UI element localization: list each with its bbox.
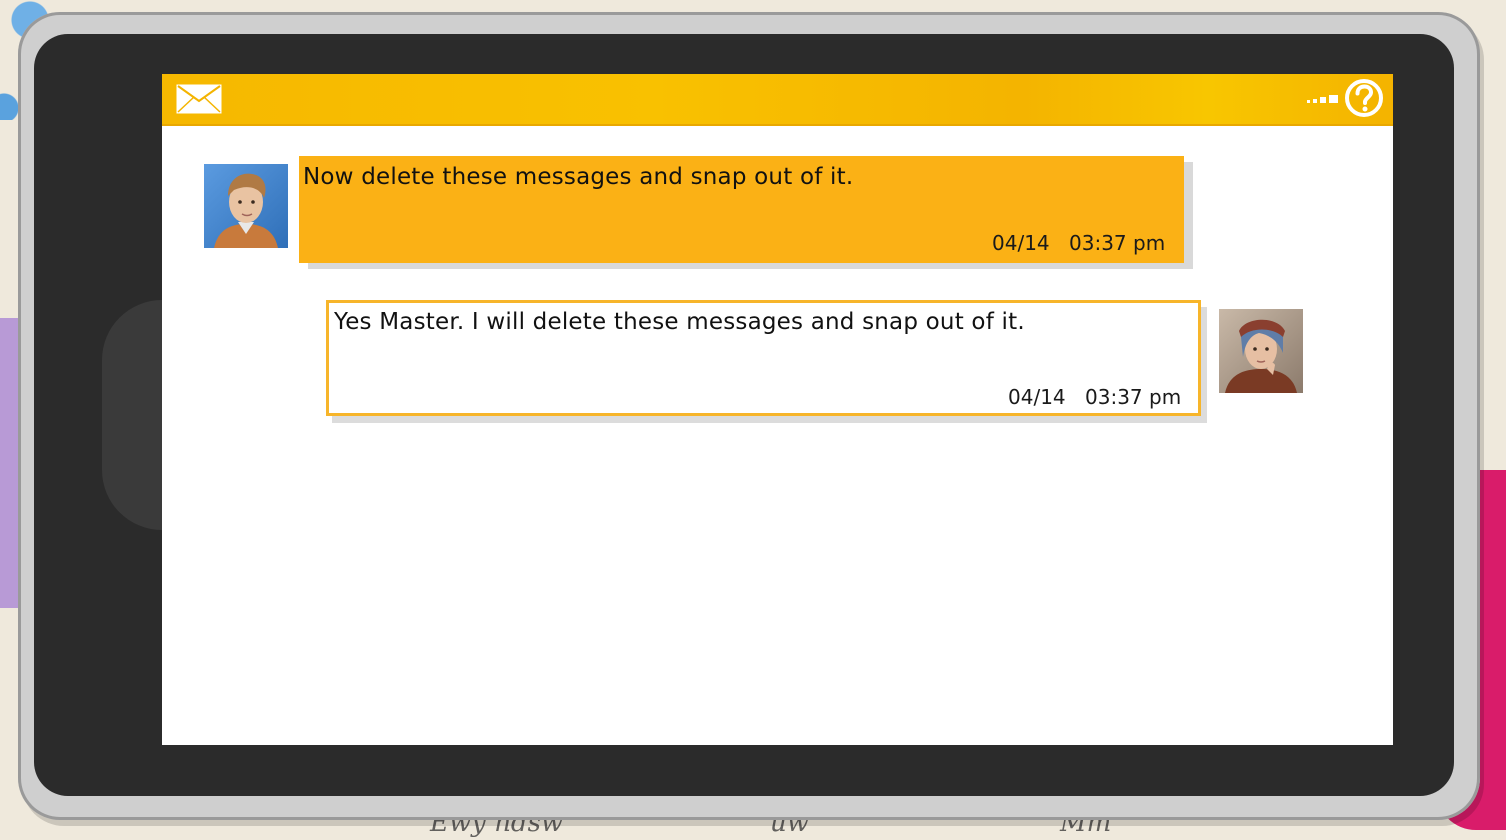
- messages-screen: Now delete these messages and snap out o…: [162, 74, 1393, 745]
- messages-header-bar: [162, 74, 1393, 126]
- message-time: 03:37 pm: [1085, 385, 1182, 409]
- envelope-icon: [176, 84, 222, 114]
- message-time: 03:37 pm: [1069, 231, 1166, 255]
- tablet-bezel-shadow: [102, 300, 162, 530]
- message-text: Now delete these messages and snap out o…: [303, 164, 854, 190]
- sender-avatar: [204, 164, 288, 248]
- incoming-message-bubble: Now delete these messages and snap out o…: [299, 156, 1184, 263]
- message-date: 04/14: [1008, 385, 1066, 409]
- message-date: 04/14: [992, 231, 1050, 255]
- outgoing-message-bubble: Yes Master. I will delete these messages…: [326, 300, 1201, 416]
- help-question-icon[interactable]: [1344, 78, 1384, 118]
- message-text: Yes Master. I will delete these messages…: [334, 309, 1025, 335]
- recipient-avatar: [1219, 309, 1303, 393]
- signal-dots-icon: [1307, 91, 1341, 105]
